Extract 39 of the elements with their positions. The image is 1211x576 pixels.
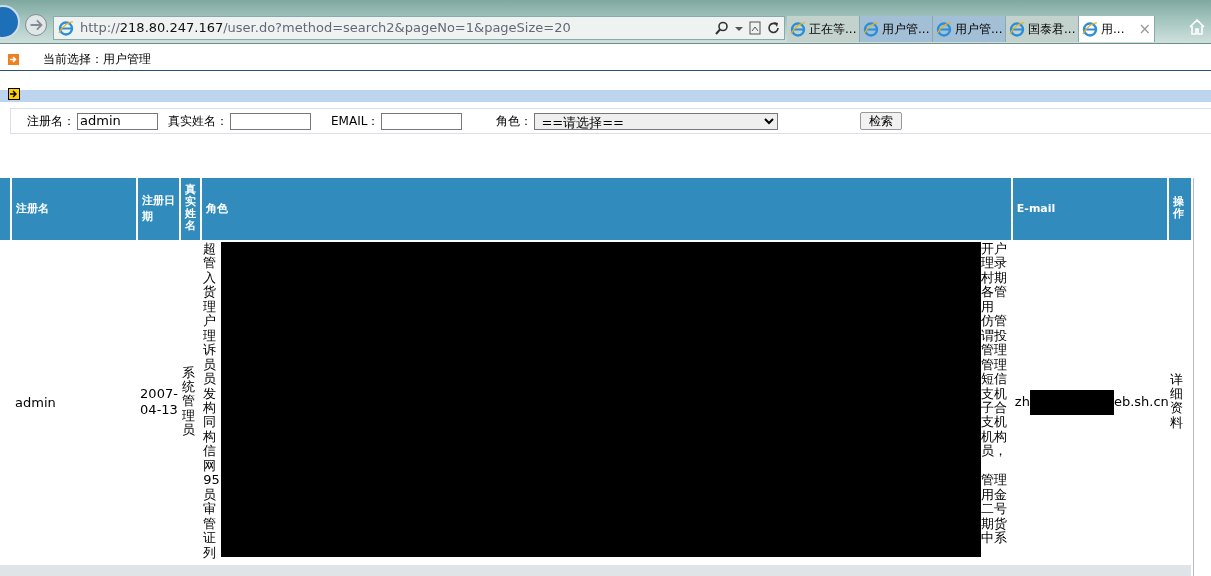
forward-button[interactable]	[25, 14, 47, 36]
field-label: 注册名：	[27, 113, 75, 130]
breadcrumb-text: 当前选择：用户管理	[43, 51, 151, 68]
table-cell: zh	[1014, 394, 1030, 409]
browser-icon	[936, 21, 952, 37]
arrow-icon[interactable]	[8, 88, 20, 100]
table-cell: 开户 理录 村期 各管 用 仿管 谓投 管理 管理 短信 支机 子合 支机 机构 员， 管理 用金 二号 期货 中系	[981, 242, 1008, 546]
browser-icon	[58, 20, 74, 36]
column-header[interactable]: 角色	[206, 201, 229, 215]
browser-icon	[1082, 21, 1098, 37]
column-header[interactable]: E-mail	[1016, 201, 1056, 215]
browser-icon	[790, 21, 806, 37]
field-label: 真实姓名：	[168, 113, 228, 130]
field-label: 角色：	[496, 113, 533, 130]
column-header[interactable]: 注册名	[16, 201, 49, 215]
page-icon[interactable]	[749, 21, 761, 35]
refresh-icon[interactable]	[767, 21, 780, 35]
search-button[interactable]: 检索	[860, 112, 903, 130]
text-field[interactable]	[381, 112, 463, 130]
table-cell-text: 2007-04-13	[140, 385, 179, 418]
table-cell: 系统管理员	[182, 365, 196, 438]
browser-tab[interactable]: 用... ×	[1079, 16, 1155, 42]
detail-link[interactable]: 详细资料	[1169, 372, 1183, 430]
search-icon[interactable]	[715, 21, 729, 35]
browser-icon	[863, 21, 879, 37]
field-label: EMAIL：	[331, 113, 380, 130]
arrow-icon	[8, 53, 19, 65]
browser-tab[interactable]: 用户管...	[860, 16, 933, 42]
browser-tab[interactable]: 用户管...	[933, 16, 1006, 42]
text-field[interactable]	[230, 112, 311, 130]
address-field[interactable]: http://218.80.247.167/user.do?method=search2&pageNo=1&pageSize=20	[53, 16, 785, 40]
browser-tab[interactable]: 正在等...	[787, 16, 860, 42]
role-dropdown[interactable]: ==请选择==	[534, 112, 779, 130]
text-field[interactable]: admin	[77, 112, 158, 130]
browser-tab[interactable]: 国泰君...	[1006, 16, 1079, 42]
browser-icon	[1009, 21, 1025, 37]
table-cell: admin	[15, 394, 56, 410]
table-cell: eb.sh.cn	[1113, 394, 1169, 409]
table-cell-text: 超 管 入 货 理 户 理 诉 员 员 发 构 同 构 信 网 95 员 审 管 证 列	[203, 242, 221, 560]
